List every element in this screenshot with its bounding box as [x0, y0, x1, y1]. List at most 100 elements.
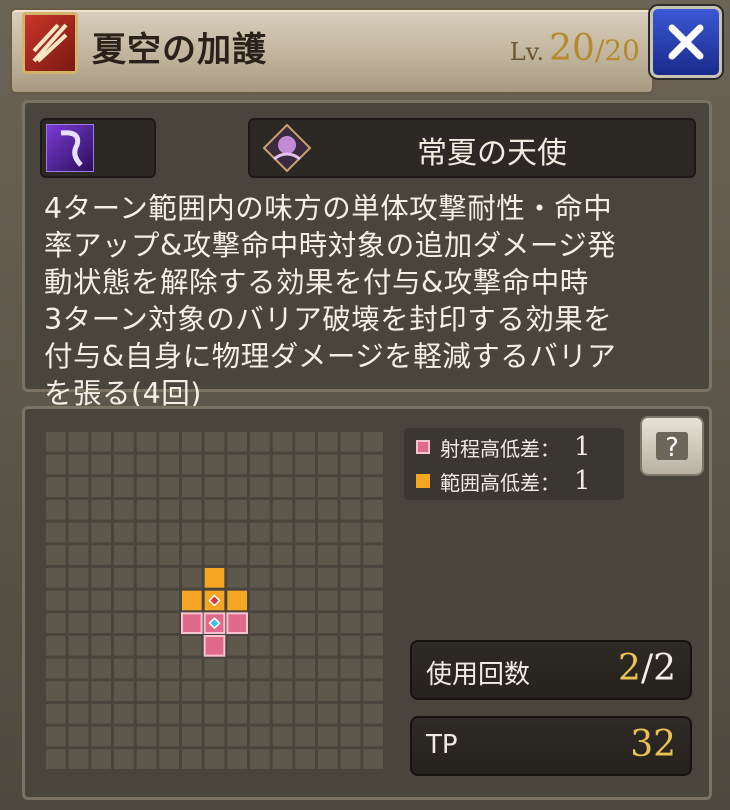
- grid-cell: [46, 432, 66, 452]
- grid-cell: [363, 545, 383, 565]
- grid-cell: [68, 613, 89, 633]
- grid-cell: [46, 704, 66, 724]
- grid-cell: [272, 636, 293, 656]
- grid-cell: [340, 636, 361, 656]
- grid-cell: [318, 658, 338, 679]
- level-current: 20: [549, 28, 595, 69]
- area-height-value: 1: [574, 466, 591, 496]
- grid-cell: [136, 681, 157, 701]
- grid-cell: [227, 545, 247, 565]
- grid-cell: [295, 636, 315, 656]
- grid-cell: [272, 658, 293, 679]
- grid-cell: [114, 477, 134, 497]
- grid-cell: [318, 636, 338, 656]
- grid-cell: [340, 749, 361, 769]
- grid-cell: [227, 568, 247, 588]
- grid-cell: [91, 749, 111, 769]
- grid-cell: [363, 726, 383, 747]
- grid-cell: [227, 704, 247, 724]
- grid-cell: [363, 613, 383, 633]
- grid-cell: [340, 681, 361, 701]
- grid-cell: [136, 522, 157, 543]
- uses-count-box: 使用回数 2/2: [410, 640, 692, 700]
- grid-cell: [340, 522, 361, 543]
- grid-cell: [250, 545, 270, 565]
- skill-description: 4ターン範囲内の味方の単体攻撃耐性・命中 率アップ&攻撃命中時対象の追加ダメージ…: [44, 192, 617, 410]
- grid-cell: [363, 636, 383, 656]
- range-cell: [203, 635, 226, 657]
- grid-cell: [114, 749, 134, 769]
- grid-cell: [204, 749, 225, 769]
- range-swatch: [416, 440, 430, 454]
- grid-cell: [295, 704, 315, 724]
- grid-cell: [182, 522, 202, 543]
- grid-cell: [272, 749, 293, 769]
- grid-cell: [136, 749, 157, 769]
- help-button[interactable]: ?: [640, 416, 704, 476]
- grid-cell: [340, 432, 361, 452]
- grid-cell: [250, 704, 270, 724]
- grid-cell: [318, 590, 338, 611]
- grid-cell: [272, 522, 293, 543]
- range-height-label: 射程高低差：: [440, 436, 560, 461]
- grid-cell: [318, 681, 338, 701]
- skill-title: 夏空の加護: [92, 30, 267, 70]
- range-grid: [46, 432, 383, 769]
- grid-cell: [114, 500, 134, 520]
- grid-cell: [91, 590, 111, 611]
- grid-cell: [182, 658, 202, 679]
- grid-cell: [340, 704, 361, 724]
- grid-cell: [204, 658, 225, 679]
- grid-cell: [295, 590, 315, 611]
- grid-cell: [68, 749, 89, 769]
- grid-cell: [114, 681, 134, 701]
- grid-cell: [91, 704, 111, 724]
- grid-cell: [318, 454, 338, 475]
- grid-cell: [272, 500, 293, 520]
- grid-cell: [46, 545, 66, 565]
- grid-cell: [295, 568, 315, 588]
- grid-cell: [159, 522, 179, 543]
- grid-cell: [227, 636, 247, 656]
- grid-cell: [204, 454, 225, 475]
- grid-cell: [68, 477, 89, 497]
- grid-cell: [159, 613, 179, 633]
- tp-value: 32: [630, 724, 676, 765]
- grid-cell: [68, 590, 89, 611]
- grid-cell: [91, 658, 111, 679]
- grid-cell: [363, 477, 383, 497]
- grid-cell: [227, 522, 247, 543]
- uses-current: 2: [618, 648, 641, 689]
- grid-cell: [363, 681, 383, 701]
- grid-cell: [363, 590, 383, 611]
- grid-cell: [204, 726, 225, 747]
- height-info-box: 射程高低差： 1 範囲高低差： 1: [404, 428, 624, 500]
- grid-cell: [340, 454, 361, 475]
- close-button[interactable]: [650, 6, 722, 78]
- area-height-row: 範囲高低差： 1: [416, 466, 591, 496]
- grid-cell: [46, 454, 66, 475]
- grid-cell: [182, 454, 202, 475]
- grid-cell: [363, 704, 383, 724]
- grid-cell: [318, 613, 338, 633]
- grid-cell: [250, 613, 270, 633]
- grid-cell: [91, 500, 111, 520]
- grid-cell: [227, 432, 247, 452]
- level-max: /20: [594, 34, 640, 67]
- grid-cell: [272, 681, 293, 701]
- tp-box: TP 32: [410, 716, 692, 776]
- grid-cell: [46, 500, 66, 520]
- grid-cell: [318, 704, 338, 724]
- range-cell: [226, 612, 248, 634]
- grid-cell: [227, 749, 247, 769]
- grid-cell: [250, 726, 270, 747]
- grid-cell: [46, 658, 66, 679]
- grid-cell: [91, 636, 111, 656]
- grid-cell: [159, 568, 179, 588]
- grid-cell: [114, 636, 134, 656]
- grid-cell: [114, 522, 134, 543]
- grid-cell: [136, 704, 157, 724]
- grid-cell: [250, 432, 270, 452]
- grid-cell: [136, 477, 157, 497]
- grid-cell: [136, 590, 157, 611]
